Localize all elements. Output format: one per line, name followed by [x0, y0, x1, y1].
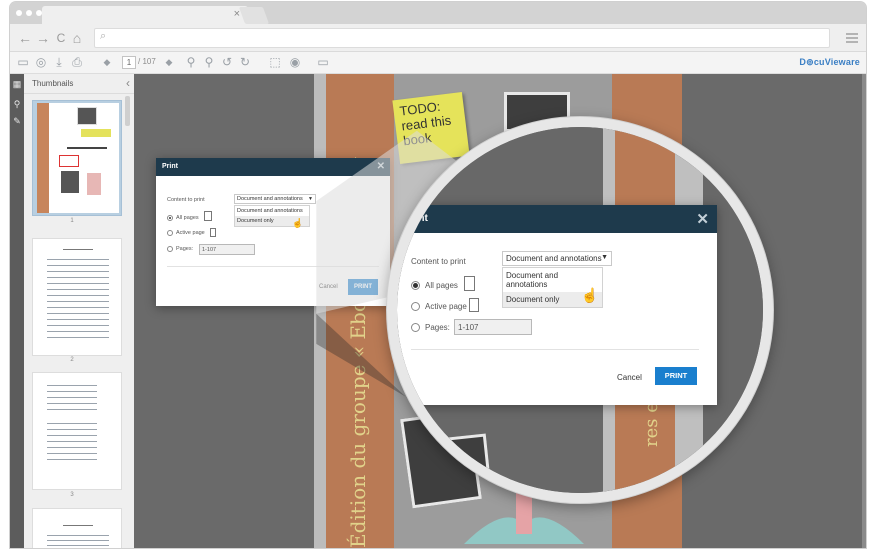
brand-logo: D⊚cuVieware — [799, 57, 860, 67]
thumbnails-icon[interactable]: ▦ — [12, 79, 22, 89]
radio-pages[interactable] — [411, 323, 420, 332]
forward-icon[interactable]: → — [36, 30, 50, 46]
dialog-title: Print — [405, 213, 428, 224]
pointer-cursor-icon: ☝ — [292, 218, 304, 228]
active-page-label: Active page — [425, 302, 467, 311]
window-close-dot[interactable] — [16, 10, 22, 16]
browser-menu-icon[interactable] — [846, 33, 858, 43]
viewer-toolbar: ▭ ◎ ⤓ ⎙ ◆ 1 / 107 ◆ ⚲ ⚲ ↺ ↻ ⬚ ◉ ▭ D⊚cuVi… — [10, 52, 866, 74]
document-stack-icon — [204, 211, 212, 221]
cancel-button[interactable]: Cancel — [319, 284, 338, 290]
thumbnail-number: 2 — [70, 357, 74, 363]
content-to-print-label: Content to print — [411, 257, 466, 266]
annotations-icon[interactable]: ✎ — [12, 116, 22, 126]
dialog-divider — [411, 349, 699, 350]
dialog-title: Print — [162, 163, 178, 170]
select-value: Document and annotations — [237, 196, 303, 202]
all-pages-label: All pages — [425, 281, 458, 290]
download-icon[interactable]: ⤓ — [52, 55, 66, 69]
lens-photo — [416, 433, 492, 493]
option-document-and-annotations[interactable]: Document and annotations — [235, 206, 309, 216]
open-icon[interactable]: ▭ — [16, 55, 30, 69]
print-dialog: Print ✕ Content to print Document and an… — [397, 205, 717, 405]
document-icon — [469, 298, 479, 312]
radio-active-page[interactable] — [411, 302, 420, 311]
sidebar-title: Thumbnails — [32, 79, 74, 88]
radio-pages[interactable] — [167, 246, 173, 252]
content-select[interactable]: Document and annotations ▼ — [502, 251, 612, 266]
pointer-cursor-icon: ☝ — [581, 287, 599, 303]
content-to-print-label: Content to print — [167, 197, 205, 203]
sidebar-header: Thumbnails ‹ — [24, 74, 134, 94]
select-icon[interactable]: ⬚ — [268, 55, 282, 69]
navigation-bar: ← → C ⌂ ⌕ — [10, 24, 866, 52]
save-icon[interactable]: ◎ — [34, 55, 48, 69]
radio-all-pages[interactable] — [167, 215, 173, 221]
chevron-down-icon: ▼ — [308, 196, 313, 202]
sidebar-scrollbar[interactable] — [125, 96, 130, 126]
magnifier-lens: res et g Print ✕ Content to print Docume… — [387, 117, 773, 503]
new-tab-button[interactable] — [238, 7, 270, 24]
page-total: / 107 — [138, 57, 156, 66]
close-icon[interactable]: ✕ — [377, 161, 385, 172]
sidebar-strip: ▦ ⚲ ✎ — [10, 74, 24, 548]
zoom-in-icon[interactable]: ⚲ — [202, 55, 216, 69]
address-bar[interactable]: ⌕ — [94, 28, 830, 48]
pages-label: Pages: — [425, 323, 450, 332]
browser-window: × ← → C ⌂ ⌕ ▭ ◎ ⤓ ⎙ ◆ 1 / 107 ◆ ⚲ ⚲ ↺ ↻ … — [10, 2, 866, 548]
thumbnail-number: 1 — [70, 218, 74, 224]
pages-input[interactable]: 1-107 — [454, 319, 532, 335]
window-controls — [16, 10, 42, 16]
print-button[interactable]: PRINT — [655, 367, 697, 385]
next-page-icon[interactable]: ◆ — [162, 55, 176, 69]
document-stack-icon — [464, 276, 475, 291]
active-page-label: Active page — [176, 230, 205, 236]
zoom-out-icon[interactable]: ⚲ — [184, 55, 198, 69]
eye-icon[interactable]: ◉ — [288, 55, 302, 69]
rotate-right-icon[interactable]: ↻ — [238, 55, 252, 69]
print-icon[interactable]: ⎙ — [70, 55, 84, 69]
thumbnail-page-2[interactable] — [32, 238, 122, 356]
thumbnail-page-1[interactable] — [32, 100, 122, 216]
document-icon — [210, 228, 216, 237]
magnified-view: res et g Print ✕ Content to print Docume… — [397, 127, 763, 493]
home-icon[interactable]: ⌂ — [70, 30, 84, 46]
previous-page-icon[interactable]: ◆ — [100, 55, 114, 69]
back-icon[interactable]: ← — [18, 30, 32, 46]
print-button[interactable]: PRINT — [348, 279, 378, 295]
reload-icon[interactable]: C — [54, 30, 68, 46]
content-select[interactable]: Document and annotations ▼ — [234, 194, 316, 204]
window-minimize-dot[interactable] — [26, 10, 32, 16]
all-pages-label: All pages — [176, 215, 199, 221]
rotate-left-icon[interactable]: ↺ — [220, 55, 234, 69]
dialog-header: Print ✕ — [397, 205, 717, 233]
document-scrollbar[interactable] — [862, 74, 866, 548]
dialog-divider — [167, 266, 379, 267]
select-value: Document and annotations — [506, 254, 602, 263]
close-icon[interactable]: ✕ — [696, 210, 709, 228]
dialog-header: Print ✕ — [156, 158, 390, 176]
chevron-down-icon: ▼ — [601, 254, 608, 261]
print-dialog-small: Print ✕ Content to print Document and an… — [156, 158, 390, 306]
cancel-button[interactable]: Cancel — [617, 373, 642, 382]
pages-label: Pages: — [176, 246, 194, 252]
radio-active-page[interactable] — [167, 230, 173, 236]
thumbnails-sidebar: ▦ ⚲ ✎ Thumbnails ‹ 1 2 3 — [10, 74, 134, 548]
radio-all-pages[interactable] — [411, 281, 420, 290]
tab-bar: × — [10, 2, 866, 24]
fullscreen-icon[interactable]: ▭ — [316, 55, 330, 69]
search-panel-icon[interactable]: ⚲ — [12, 99, 22, 109]
pages-input[interactable]: 1-107 — [199, 244, 255, 255]
book-spine-left: Édition du groupe « Ebooks libres et g — [326, 74, 394, 548]
thumbnail-number: 3 — [70, 492, 74, 498]
browser-tab[interactable]: × — [42, 6, 248, 24]
thumbnail-page-3[interactable] — [32, 372, 122, 490]
page-number-input[interactable]: 1 — [122, 56, 136, 69]
thumbnail-page-4[interactable] — [32, 508, 122, 548]
collapse-icon[interactable]: ‹ — [126, 76, 130, 90]
search-icon: ⌕ — [100, 30, 107, 42]
